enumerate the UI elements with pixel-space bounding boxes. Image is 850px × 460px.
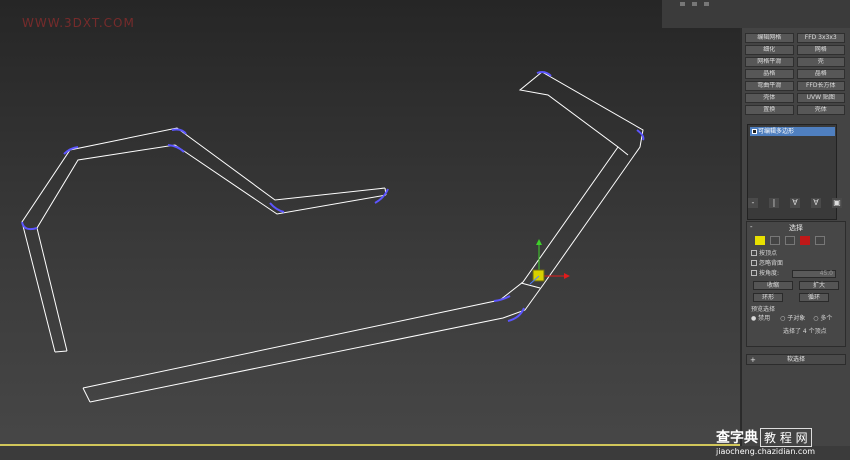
modifier-button[interactable]: 晶格 — [745, 69, 794, 79]
show-end-result-icon[interactable]: | — [769, 198, 779, 208]
modifier-button[interactable]: 弯曲平滑 — [745, 81, 794, 91]
preview-subobject-label: 子对象 — [787, 315, 806, 322]
selected-curve-10 — [507, 307, 525, 322]
modifier-button[interactable]: 编辑网格 — [745, 33, 794, 43]
stack-item-label: 可编辑多边形 — [758, 128, 795, 135]
remove-modifier-icon[interactable]: ∀ — [811, 198, 821, 208]
modifier-button[interactable]: 壳 — [796, 57, 845, 67]
modifier-button[interactable]: 壳体 — [745, 93, 794, 103]
left-track-selected-segments — [21, 128, 389, 231]
modifier-row: 网格平滑 壳 — [745, 57, 845, 67]
modifier-button[interactable]: 置换 — [745, 105, 794, 115]
modifier-button[interactable]: 网格 — [796, 45, 845, 55]
modifier-button[interactable]: FFD长方体 — [796, 81, 845, 91]
by-angle-label: 按角度: — [759, 270, 780, 277]
command-panel: 编辑网格 FFD 3x3x3 细化 网格 网格平滑 壳 晶格 晶格 弯曲平滑 F… — [741, 28, 850, 446]
watermark-logo: 查字典教 程 网 — [716, 427, 812, 447]
pin-stack-icon[interactable]: - — [748, 198, 758, 208]
ignore-backface-checkbox[interactable] — [751, 260, 757, 266]
modifier-row: 弯曲平滑 FFD长方体 — [745, 81, 845, 91]
edge-mode-icon[interactable] — [770, 236, 780, 245]
shrink-button[interactable]: 收缩 — [753, 281, 793, 290]
selected-curve-9 — [493, 295, 511, 302]
angle-spinner[interactable]: 45.0 — [792, 270, 836, 278]
ring-button[interactable]: 环形 — [753, 293, 783, 302]
stack-toolbar: - | ∀ ∀ ▣ — [748, 198, 842, 210]
right-track-divider-1 — [617, 146, 629, 156]
modifier-button[interactable]: 网格平滑 — [745, 57, 794, 67]
modifier-button[interactable]: 壳体 — [796, 105, 845, 115]
border-mode-icon[interactable] — [785, 236, 795, 245]
transform-gizmo — [529, 239, 570, 285]
ignore-backface-option[interactable]: 忽略背面 — [751, 260, 783, 268]
modifier-row: 细化 网格 — [745, 45, 845, 55]
by-vertex-option[interactable]: 按顶点 — [751, 250, 777, 258]
soft-selection-title: 软选择 — [786, 356, 805, 363]
viewport-perspective[interactable]: WWW.3DXT.COM — [0, 0, 740, 452]
left-track-outer — [21, 127, 386, 353]
modifier-button[interactable]: UVW 贴图 — [796, 93, 845, 103]
gizmo-y-arrow — [536, 239, 542, 245]
selection-rollout: - 选择 按顶点 忽略背面 按角度: 45.0 收缩 扩大 环形 循环 预览选择… — [746, 221, 846, 347]
preview-off-label: 禁用 — [758, 315, 771, 322]
selected-curve-4 — [167, 144, 185, 153]
right-track-spline — [82, 71, 644, 403]
tab-indicator — [704, 2, 709, 6]
expand-sign[interactable]: + — [750, 355, 756, 365]
by-angle-option[interactable]: 按角度: — [751, 270, 779, 278]
soft-selection-rollout[interactable]: + 软选择 — [746, 354, 846, 365]
modifier-row: 编辑网格 FFD 3x3x3 — [745, 33, 845, 43]
loop-button[interactable]: 循环 — [799, 293, 829, 302]
preview-multi-label: 多个 — [820, 315, 833, 322]
selected-curve-2 — [63, 146, 79, 155]
tab-indicator — [692, 2, 697, 6]
rollout-title-selection[interactable]: 选择 — [747, 224, 845, 233]
panel-top-strip — [662, 0, 850, 28]
right-track-outer — [82, 71, 644, 403]
preview-selection-label: 预览选择 — [751, 306, 776, 313]
make-unique-icon[interactable]: ∀ — [790, 198, 800, 208]
modifier-row: 晶格 晶格 — [745, 69, 845, 79]
configure-sets-icon[interactable]: ▣ — [832, 198, 842, 208]
modifier-row: 置换 壳体 — [745, 105, 845, 115]
left-track-spline — [21, 127, 387, 353]
modifier-button[interactable]: 晶格 — [796, 69, 845, 79]
by-vertex-checkbox[interactable] — [751, 250, 757, 256]
vertex-mode-icon[interactable] — [755, 236, 765, 245]
by-vertex-label: 按顶点 — [759, 250, 778, 257]
preview-subobject-radio[interactable]: ○ 子对象 — [780, 315, 805, 322]
watermark-logo-box: 教 程 网 — [760, 428, 812, 447]
subobject-icons — [755, 236, 835, 246]
preview-off-radio[interactable]: ● 禁用 — [751, 315, 770, 322]
ignore-backface-label: 忽略背面 — [759, 260, 784, 267]
stack-item-lightbulb-icon[interactable] — [752, 129, 757, 134]
modifier-button[interactable]: 细化 — [745, 45, 794, 55]
spline-drawing[interactable] — [0, 0, 740, 452]
selected-curve-1 — [21, 221, 38, 231]
modifier-button-grid: 编辑网格 FFD 3x3x3 细化 网格 网格平滑 壳 晶格 晶格 弯曲平滑 F… — [745, 33, 845, 117]
right-track-end-cap — [82, 387, 91, 403]
watermark-logo-main: 查字典 — [716, 430, 758, 446]
modifier-row: 壳体 UVW 贴图 — [745, 93, 845, 103]
gizmo-x-arrow — [564, 273, 570, 279]
by-angle-checkbox[interactable] — [751, 270, 757, 276]
selection-status: 选择了 4 个顶点 — [783, 328, 827, 335]
stack-item-editable-poly[interactable]: 可编辑多边形 — [750, 127, 835, 136]
tab-indicator — [680, 2, 685, 6]
polygon-mode-icon[interactable] — [800, 236, 810, 245]
grow-button[interactable]: 扩大 — [799, 281, 839, 290]
left-track-end-cap — [54, 350, 68, 353]
left-track-inner — [36, 144, 387, 352]
preview-options: ● 禁用 ○ 子对象 ○ 多个 — [751, 315, 832, 323]
watermark-url: jiaocheng.chazidian.com — [716, 447, 816, 456]
modifier-button[interactable]: FFD 3x3x3 — [796, 33, 845, 43]
right-track-selected-segments — [493, 71, 645, 322]
element-mode-icon[interactable] — [815, 236, 825, 245]
preview-multi-radio[interactable]: ○ 多个 — [813, 315, 832, 322]
